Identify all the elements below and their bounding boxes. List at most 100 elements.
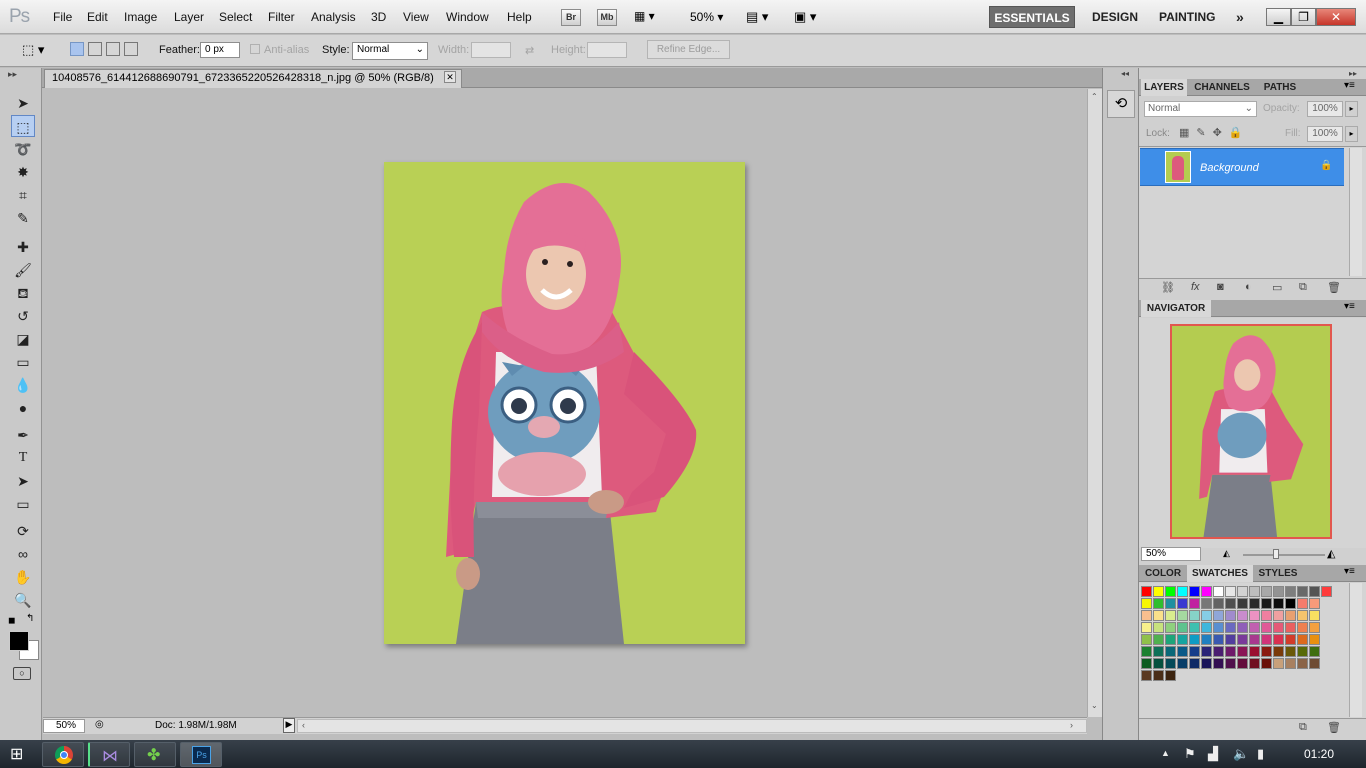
menu-file[interactable]: File <box>53 10 72 24</box>
menu-view[interactable]: View <box>403 10 429 24</box>
layer-style-icon[interactable]: fx <box>1191 281 1200 293</box>
color-swatch[interactable] <box>1165 598 1176 609</box>
color-swatch[interactable] <box>1285 610 1296 621</box>
color-swatch[interactable] <box>1141 598 1152 609</box>
navigator-zoom-slider[interactable] <box>1243 549 1325 559</box>
pen-tool-icon[interactable]: ✒ <box>11 424 35 446</box>
color-swatch[interactable] <box>1309 622 1320 633</box>
healing-brush-tool-icon[interactable]: ✚ <box>11 236 35 258</box>
color-swatch[interactable] <box>1153 598 1164 609</box>
color-swatch[interactable] <box>1309 598 1320 609</box>
color-swatch[interactable] <box>1225 658 1236 669</box>
taskbar-photoshop-icon[interactable]: Ps <box>180 742 222 767</box>
color-swatch[interactable] <box>1273 634 1284 645</box>
zoom-tool-icon[interactable]: 🔍 <box>11 589 35 611</box>
tab-swatches[interactable]: SWATCHES <box>1187 565 1253 582</box>
status-menu-arrow-icon[interactable]: ▶ <box>283 718 295 733</box>
move-tool-icon[interactable]: ➤ <box>11 92 35 114</box>
menu-filter[interactable]: Filter <box>268 10 295 24</box>
color-swatch[interactable] <box>1273 658 1284 669</box>
color-swatch[interactable] <box>1285 622 1296 633</box>
color-swatch[interactable] <box>1165 622 1176 633</box>
color-swatch[interactable] <box>1201 646 1212 657</box>
zoom-slider-handle[interactable] <box>1273 549 1279 559</box>
height-input[interactable] <box>587 42 627 58</box>
tab-navigator[interactable]: NAVIGATOR <box>1141 300 1211 317</box>
color-swatch[interactable] <box>1141 646 1152 657</box>
blur-tool-icon[interactable]: 💧 <box>11 374 35 396</box>
path-selection-tool-icon[interactable]: ➤ <box>11 470 35 492</box>
taskbar-chrome-icon[interactable] <box>42 742 84 767</box>
color-swatch[interactable] <box>1273 586 1284 597</box>
color-swatch[interactable] <box>1213 610 1224 621</box>
gradient-tool-icon[interactable]: ▭ <box>11 351 35 373</box>
color-swatch[interactable] <box>1213 658 1224 669</box>
color-swatch[interactable] <box>1201 634 1212 645</box>
swap-colors-icon[interactable]: ↰ <box>26 613 34 624</box>
color-swatch[interactable] <box>1237 610 1248 621</box>
navigator-zoom-field[interactable]: 50% <box>1141 547 1201 561</box>
color-swatch[interactable] <box>1225 622 1236 633</box>
color-swatch[interactable] <box>1153 670 1164 681</box>
color-swatch[interactable] <box>1189 634 1200 645</box>
color-swatch[interactable] <box>1177 586 1188 597</box>
dodge-tool-icon[interactable]: ● <box>11 397 35 419</box>
color-swatch[interactable] <box>1249 586 1260 597</box>
expand-panels-icon[interactable]: ◂◂ <box>1121 69 1129 78</box>
color-swatch[interactable] <box>1225 598 1236 609</box>
color-swatch[interactable] <box>1285 586 1296 597</box>
color-swatch[interactable] <box>1237 658 1248 669</box>
color-swatch[interactable] <box>1153 622 1164 633</box>
screen-mode-icon[interactable]: ▣ ▾ <box>794 9 816 25</box>
zoom-in-icon[interactable]: ◭ <box>1327 547 1335 560</box>
hand-tool-icon[interactable]: ✋ <box>11 566 35 588</box>
color-swatch[interactable] <box>1285 634 1296 645</box>
color-swatch[interactable] <box>1237 622 1248 633</box>
quick-selection-tool-icon[interactable]: ✸ <box>11 161 35 183</box>
menu-analysis[interactable]: Analysis <box>311 10 356 24</box>
zoom-level-dropdown[interactable]: 50% ▾ <box>690 10 723 24</box>
marquee-tool-icon[interactable]: ⬚ <box>11 115 35 137</box>
color-swatch[interactable] <box>1165 634 1176 645</box>
refine-edge-button[interactable]: Refine Edge... <box>647 40 730 59</box>
color-swatch[interactable] <box>1297 646 1308 657</box>
eyedropper-tool-icon[interactable]: ✎ <box>11 207 35 229</box>
color-swatch[interactable] <box>1141 658 1152 669</box>
menu-help[interactable]: Help <box>507 10 532 24</box>
color-swatch[interactable] <box>1213 646 1224 657</box>
add-selection-icon[interactable] <box>88 42 102 56</box>
color-swatch[interactable] <box>1225 646 1236 657</box>
color-swatch[interactable] <box>1249 658 1260 669</box>
color-swatch[interactable] <box>1261 586 1272 597</box>
color-swatch[interactable] <box>1225 610 1236 621</box>
shape-tool-icon[interactable]: ▭ <box>11 493 35 515</box>
intersect-selection-icon[interactable] <box>124 42 138 56</box>
width-input[interactable] <box>471 42 511 58</box>
brush-tool-icon[interactable]: 🖌 <box>11 259 35 281</box>
workspace-design[interactable]: DESIGN <box>1092 6 1138 28</box>
tab-layers[interactable]: LAYERS <box>1141 79 1187 96</box>
tab-channels[interactable]: CHANNELS <box>1189 79 1255 96</box>
new-selection-icon[interactable] <box>70 42 84 56</box>
style-select[interactable]: Normal ⌄ <box>352 42 428 60</box>
color-swatch[interactable] <box>1309 658 1320 669</box>
color-swatch[interactable] <box>1201 622 1212 633</box>
quick-mask-icon[interactable]: ○ <box>13 667 31 680</box>
color-swatch[interactable] <box>1297 622 1308 633</box>
color-swatch[interactable] <box>1177 622 1188 633</box>
color-swatch[interactable] <box>1309 634 1320 645</box>
type-tool-icon[interactable]: T <box>11 447 35 469</box>
swatches-menu-icon[interactable]: ▾≡ <box>1344 566 1355 577</box>
scroll-left-icon[interactable]: ‹ <box>302 720 305 730</box>
delete-layer-icon[interactable]: 🗑 <box>1327 281 1341 294</box>
tray-volume-icon[interactable]: 🔈 <box>1233 746 1249 762</box>
color-swatch[interactable] <box>1165 670 1176 681</box>
color-swatch[interactable] <box>1177 634 1188 645</box>
collapse-tools-icon[interactable]: ▸▸ <box>8 69 17 80</box>
vertical-scrollbar[interactable]: ⌃ ⌄ <box>1087 89 1102 717</box>
new-group-icon[interactable]: ▭ <box>1272 281 1282 294</box>
subtract-selection-icon[interactable] <box>106 42 120 56</box>
color-swatch[interactable] <box>1249 598 1260 609</box>
taskbar-visual-studio-icon[interactable]: ⋈ <box>88 742 130 767</box>
taskbar-clover-icon[interactable]: ✤ <box>134 742 176 767</box>
